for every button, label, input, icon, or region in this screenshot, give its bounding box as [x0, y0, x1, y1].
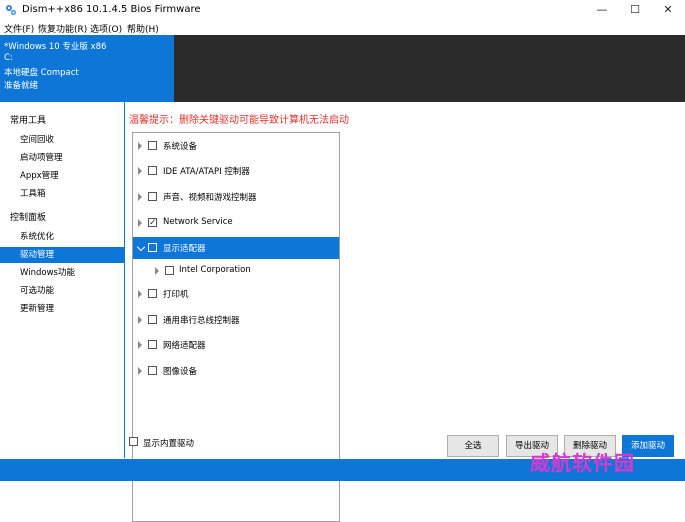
driver-checkbox[interactable]	[148, 192, 157, 201]
tree-row[interactable]: IDE ATA/ATAPI 控制器	[133, 160, 339, 182]
driver-checkbox-checked[interactable]: ✓	[148, 218, 157, 228]
expand-arrow-icon[interactable]	[155, 267, 159, 275]
driver-label: 显示适配器	[163, 244, 206, 254]
driver-checkbox[interactable]	[148, 243, 157, 252]
driver-label: Intel Corporation	[179, 265, 251, 275]
driver-checkbox[interactable]	[148, 366, 157, 375]
sidebar-item-space-cleanup[interactable]: 空间回收	[0, 132, 124, 148]
title-bar: Dism++x86 10.1.4.5 Bios Firmware — ☐ ✕	[0, 0, 685, 20]
menu-file[interactable]: 文件(F)	[4, 22, 34, 35]
show-builtin-checkbox[interactable]	[129, 437, 138, 446]
sidebar-item-startup[interactable]: 启动项管理	[0, 150, 124, 166]
maximize-button[interactable]: ☐	[620, 0, 650, 20]
driver-label: Network Service	[163, 217, 233, 227]
driver-label: 通用串行总线控制器	[163, 316, 240, 326]
driver-panel: 温馨提示：删除关键驱动可能导致计算机无法启动 系统设备 IDE ATA/ATAP…	[125, 102, 685, 522]
sidebar: 常用工具 空间回收 启动项管理 Appx管理 工具箱 控制面板 系统优化 驱动管…	[0, 102, 125, 458]
os-name: *Windows 10 专业版 x86	[4, 42, 107, 52]
driver-checkbox[interactable]	[148, 340, 157, 349]
driver-label: 声音、视频和游戏控制器	[163, 193, 257, 203]
expand-arrow-icon[interactable]	[138, 290, 142, 298]
driver-label: IDE ATA/ATAPI 控制器	[163, 167, 250, 177]
expand-arrow-icon[interactable]	[138, 219, 142, 227]
tree-row[interactable]: 打印机	[133, 283, 339, 305]
expand-arrow-icon[interactable]	[138, 341, 142, 349]
sidebar-group-tools: 常用工具	[10, 116, 47, 126]
tree-row[interactable]: 声音、视频和游戏控制器	[133, 186, 339, 208]
sidebar-item-windows-features[interactable]: Windows功能	[0, 265, 124, 281]
driver-checkbox[interactable]	[148, 315, 157, 324]
close-button[interactable]: ✕	[653, 0, 683, 20]
select-all-button[interactable]: 全选	[447, 435, 499, 457]
show-builtin-label: 显示内置驱动	[143, 439, 195, 449]
expand-arrow-icon[interactable]	[138, 167, 142, 175]
tree-row[interactable]: 系统设备	[133, 135, 339, 157]
drive-letter: C:	[4, 53, 13, 63]
system-status: 准备就绪	[4, 81, 39, 91]
driver-checkbox[interactable]	[148, 289, 157, 298]
driver-label: 图像设备	[163, 367, 198, 377]
sidebar-item-updates[interactable]: 更新管理	[0, 301, 124, 317]
menu-options[interactable]: 选项(O)	[90, 22, 122, 35]
tree-row-child[interactable]: Intel Corporation	[133, 260, 339, 282]
driver-checkbox[interactable]	[148, 166, 157, 175]
menu-restore[interactable]: 恢复功能(R)	[38, 22, 87, 35]
tree-row[interactable]: 网络适配器	[133, 334, 339, 356]
warning-text: 温馨提示：删除关键驱动可能导致计算机无法启动	[129, 115, 349, 126]
driver-checkbox[interactable]	[165, 266, 174, 275]
expand-arrow-icon[interactable]	[138, 193, 142, 201]
sidebar-item-drivers[interactable]: 驱动管理	[0, 247, 124, 263]
watermark: 威航软件园	[530, 451, 635, 475]
tree-row[interactable]: ✓ Network Service	[133, 212, 339, 234]
expand-arrow-icon[interactable]	[138, 367, 142, 375]
driver-label: 网络适配器	[163, 341, 206, 351]
expand-arrow-icon[interactable]	[138, 316, 142, 324]
tree-row-selected[interactable]: 显示适配器	[133, 237, 339, 259]
minimize-button[interactable]: —	[587, 0, 617, 20]
menu-help[interactable]: 帮助(H)	[127, 22, 159, 35]
driver-label: 系统设备	[163, 142, 198, 152]
window-title: Dism++x86 10.1.4.5 Bios Firmware	[22, 4, 201, 15]
driver-checkbox[interactable]	[148, 141, 157, 150]
expand-arrow-icon[interactable]	[138, 142, 142, 150]
tree-row[interactable]: 图像设备	[133, 360, 339, 382]
sidebar-item-appx[interactable]: Appx管理	[0, 168, 124, 184]
disk-type: 本地硬盘 Compact	[4, 68, 79, 78]
collapse-arrow-icon[interactable]	[136, 242, 146, 252]
tree-row[interactable]: 通用串行总线控制器	[133, 309, 339, 331]
sidebar-item-optimize[interactable]: 系统优化	[0, 229, 124, 245]
driver-label: 打印机	[163, 290, 189, 300]
app-gear-icon	[6, 5, 17, 16]
sidebar-item-toolbox[interactable]: 工具箱	[0, 186, 124, 202]
menu-bar: 文件(F) 恢复功能(R) 选项(O) 帮助(H)	[0, 20, 685, 35]
session-header: *Windows 10 专业版 x86 C: 本地硬盘 Compact 准备就绪	[0, 35, 685, 102]
sidebar-item-optional-features[interactable]: 可选功能	[0, 283, 124, 299]
sidebar-group-control-panel: 控制面板	[10, 213, 47, 223]
system-selector[interactable]: *Windows 10 专业版 x86 C: 本地硬盘 Compact 准备就绪	[0, 35, 174, 102]
